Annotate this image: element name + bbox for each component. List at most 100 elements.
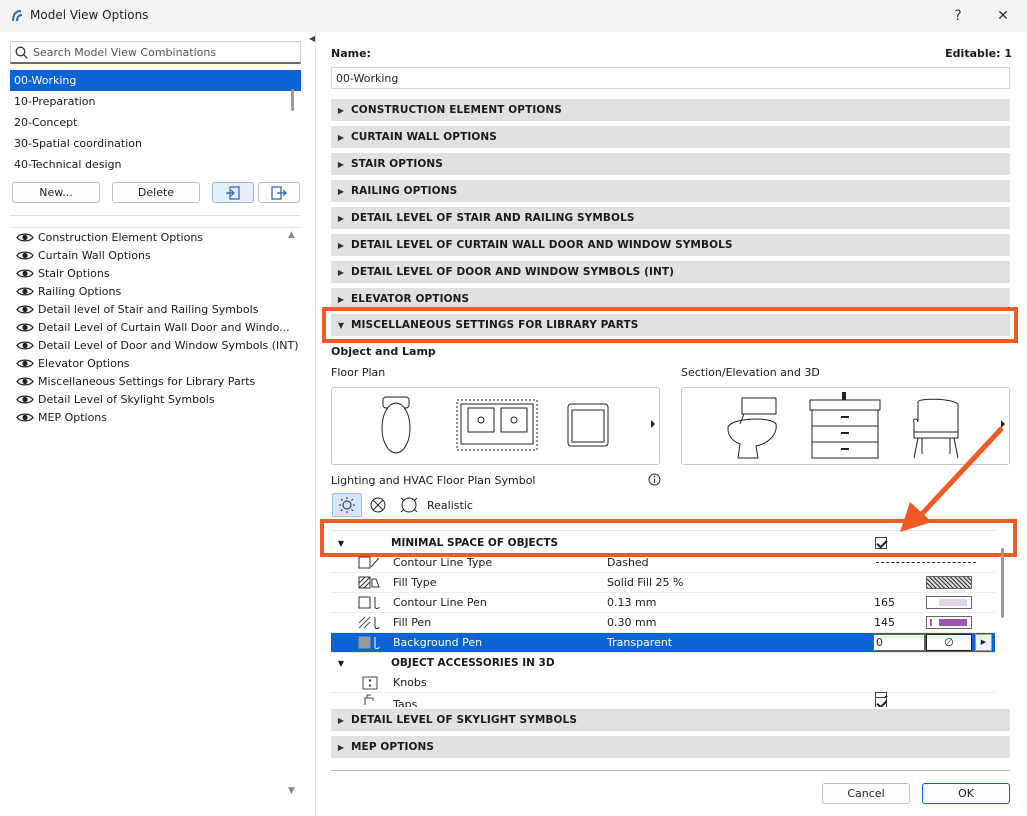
taps-icon [364, 694, 374, 705]
footer-divider [331, 770, 1010, 771]
search-input[interactable]: Search Model View Combinations [10, 41, 301, 64]
splitter[interactable] [315, 32, 316, 816]
section-header[interactable]: ▶ ELEVATOR OPTIONS [331, 288, 1010, 310]
collapsed-arrow-icon: ▶ [337, 159, 345, 169]
knobs-label: Knobs [393, 676, 427, 689]
eye-icon[interactable] [16, 286, 34, 297]
section-misc-settings[interactable]: ▼ MISCELLANEOUS SETTINGS FOR LIBRARY PAR… [331, 314, 1010, 336]
scroll-up-icon[interactable]: ▲ [288, 230, 295, 240]
export-button[interactable] [258, 182, 300, 203]
tree-item[interactable]: Detail Level of Skylight Symbols [10, 390, 301, 408]
info-icon[interactable] [648, 473, 661, 486]
tree-item[interactable]: Curtain Wall Options [10, 246, 301, 264]
symbolic-light-toggle[interactable] [332, 493, 362, 517]
object-lamp-label: Object and Lamp [331, 345, 436, 358]
eye-icon[interactable] [16, 322, 34, 333]
close-button[interactable]: ✕ [988, 4, 1018, 28]
property-name: Background Pen [393, 636, 483, 649]
search-icon [15, 46, 28, 59]
table-row[interactable]: Contour Line Pen 0.13 mm 165 [331, 593, 995, 613]
list-scrollbar[interactable] [291, 89, 294, 111]
table-row[interactable]: Contour Line Type Dashed [331, 553, 995, 573]
new-button[interactable]: New... [12, 182, 100, 203]
collapsed-arrow-icon: ▶ [337, 186, 345, 196]
section-header[interactable]: ▶ DETAIL LEVEL OF CURTAIN WALL DOOR AND W… [331, 234, 1010, 256]
options-tree[interactable]: Construction Element Options Curtain Wall… [10, 227, 301, 802]
tree-item-label: Railing Options [38, 284, 122, 298]
tree-item-label: Detail Level of Curtain Wall Door and Wi… [38, 320, 290, 334]
taps-row[interactable]: Taps [331, 693, 995, 707]
eye-icon[interactable] [16, 340, 34, 351]
help-button[interactable]: ? [943, 4, 973, 28]
property-name: Contour Line Pen [393, 596, 487, 609]
editable-label: Editable: 1 [945, 47, 1012, 60]
section-header[interactable]: ▶ DETAIL LEVEL OF DOOR AND WINDOW SYMBOLS… [331, 261, 1010, 283]
grid-scrollbar[interactable] [1001, 548, 1004, 618]
section-skylight[interactable]: ▶ DETAIL LEVEL OF SKYLIGHT SYMBOLS [331, 709, 1010, 731]
combinations-list[interactable]: 00-Working 10-Preparation 20-Concept 30-… [10, 70, 301, 170]
section-header[interactable]: ▶ DETAIL LEVEL OF STAIR AND RAILING SYMBO… [331, 207, 1010, 229]
tree-item[interactable]: Detail Level of Door and Window Symbols … [10, 336, 301, 354]
section-label: DETAIL LEVEL OF DOOR AND WINDOW SYMBOLS … [351, 266, 675, 278]
collapse-left-icon[interactable]: ◀ [309, 34, 315, 43]
section-header[interactable]: ▶ CONSTRUCTION ELEMENT OPTIONS [331, 99, 1010, 121]
tree-item-label: Construction Element Options [38, 230, 204, 244]
collapsed-arrow-icon: ▶ [337, 240, 345, 250]
lighting-hvac-label: Lighting and HVAC Floor Plan Symbol [331, 474, 536, 487]
tree-item[interactable]: Elevator Options [10, 354, 301, 372]
table-row[interactable]: Fill Pen 0.30 mm 145 [331, 613, 995, 633]
eye-icon[interactable] [16, 394, 34, 405]
section-header[interactable]: ▶ RAILING OPTIONS [331, 180, 1010, 202]
tree-item[interactable]: Stair Options [10, 264, 301, 282]
section-mep[interactable]: ▶ MEP OPTIONS [331, 736, 1010, 758]
tree-item-label: Miscellaneous Settings for Library Parts [38, 374, 256, 388]
list-item[interactable]: 10-Preparation [10, 91, 301, 112]
crossed-circle-icon[interactable] [368, 495, 388, 515]
title-bar [0, 0, 1027, 32]
list-item[interactable]: 20-Concept [10, 112, 301, 133]
tree-item[interactable]: Detail level of Stair and Railing Symbol… [10, 300, 301, 318]
tree-item-label: Elevator Options [38, 356, 130, 370]
tree-item[interactable]: Railing Options [10, 282, 301, 300]
eye-icon[interactable] [16, 412, 34, 423]
eye-icon[interactable] [16, 232, 34, 243]
pen-number: 165 [874, 596, 895, 609]
pen-picker-button[interactable]: ▶ [975, 634, 992, 651]
import-button[interactable] [212, 182, 254, 203]
tree-item[interactable]: Construction Element Options [10, 228, 301, 246]
tree-item[interactable]: Detail Level of Curtain Wall Door and Wi… [10, 318, 301, 336]
floor-plan-symbols[interactable] [331, 387, 660, 465]
table-row[interactable]: Fill Type Solid Fill 25 % [331, 573, 995, 593]
list-item[interactable]: 00-Working [10, 70, 301, 91]
realistic-light-icon[interactable] [398, 495, 420, 515]
eye-icon[interactable] [16, 376, 34, 387]
accessories-header[interactable]: ▼ OBJECT ACCESSORIES IN 3D [331, 653, 995, 673]
scroll-down-icon[interactable]: ▼ [288, 786, 295, 796]
knobs-row[interactable]: Knobs [331, 673, 995, 693]
eye-icon[interactable] [16, 268, 34, 279]
ok-button[interactable]: OK [922, 783, 1010, 804]
list-item[interactable]: 30-Spatial coordination [10, 133, 301, 154]
tree-item[interactable]: MEP Options [10, 408, 301, 426]
taps-checkbox[interactable] [875, 697, 887, 707]
tree-item-label: Detail Level of Door and Window Symbols … [38, 338, 299, 352]
eye-icon[interactable] [16, 250, 34, 261]
table-row[interactable]: Background Pen Transparent ∅ ▶ 0 [331, 633, 995, 653]
eye-icon[interactable] [16, 304, 34, 315]
collapsed-arrow-icon: ▶ [337, 105, 345, 115]
floor-plan-label: Floor Plan [331, 366, 386, 379]
name-field[interactable]: 00-Working [331, 67, 1010, 89]
section-header[interactable]: ▶ STAIR OPTIONS [331, 153, 1010, 175]
section-label: ELEVATOR OPTIONS [351, 293, 470, 305]
section-elevation-label: Section/Elevation and 3D [681, 366, 820, 379]
property-name: Fill Type [393, 576, 437, 589]
section-header[interactable]: ▶ CURTAIN WALL OPTIONS [331, 126, 1010, 148]
tree-item[interactable]: Miscellaneous Settings for Library Parts [10, 372, 301, 390]
list-item[interactable]: 40-Technical design [10, 154, 301, 170]
light-bulb-icon [339, 497, 355, 513]
import-icon [226, 185, 240, 200]
eye-icon[interactable] [16, 358, 34, 369]
property-value: 0.13 mm [607, 596, 657, 609]
cancel-button[interactable]: Cancel [822, 783, 910, 804]
delete-button[interactable]: Delete [112, 182, 200, 203]
